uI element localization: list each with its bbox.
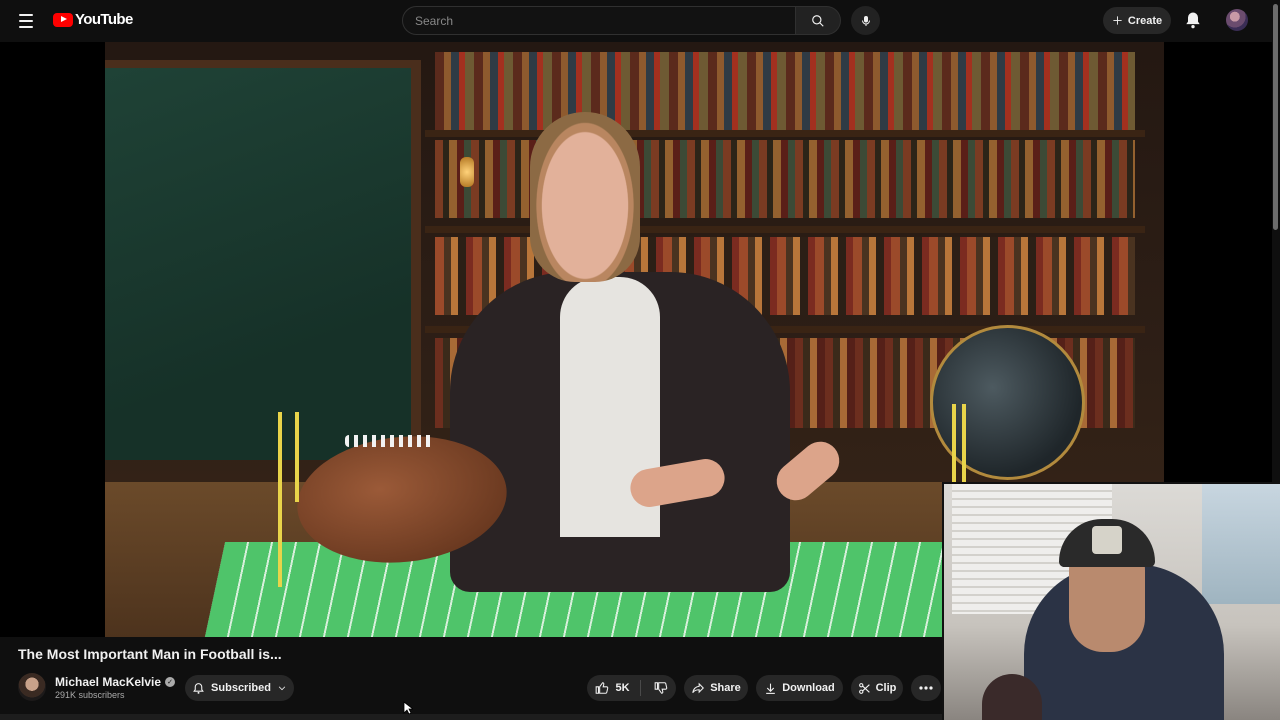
bell-subscribed-icon bbox=[193, 682, 204, 694]
download-label: Download bbox=[782, 682, 835, 694]
search-button[interactable] bbox=[796, 6, 841, 35]
webcam-overlay bbox=[942, 482, 1280, 720]
like-count: 5K bbox=[615, 682, 630, 694]
account-avatar[interactable] bbox=[1226, 9, 1248, 31]
dislike-button[interactable] bbox=[646, 681, 668, 695]
description-box-edge bbox=[0, 714, 942, 720]
verified-icon: ✓ bbox=[165, 677, 176, 687]
subscriber-count: 291K subscribers bbox=[55, 690, 125, 700]
download-icon bbox=[766, 683, 776, 694]
create-label: Create bbox=[1127, 14, 1163, 27]
scene-shelf bbox=[435, 52, 1135, 130]
create-button[interactable]: Create bbox=[1103, 7, 1171, 34]
search-bar bbox=[402, 6, 880, 35]
scene-goalpost bbox=[295, 412, 299, 502]
youtube-logo-icon bbox=[53, 12, 73, 27]
scissors-icon bbox=[858, 682, 870, 694]
plus-icon bbox=[1113, 16, 1122, 25]
masthead: YouTube Create bbox=[0, 0, 1280, 42]
scene-goalpost bbox=[278, 412, 282, 587]
download-button[interactable]: Download bbox=[756, 675, 843, 701]
like-button[interactable]: 5K bbox=[595, 680, 641, 696]
channel-name-link[interactable]: Michael MacKelvie ✓ bbox=[55, 675, 176, 689]
search-input[interactable] bbox=[402, 6, 796, 35]
logo-text: YouTube bbox=[75, 11, 133, 28]
share-icon bbox=[692, 682, 705, 694]
scroll-thumb[interactable] bbox=[1273, 4, 1278, 230]
more-actions-button[interactable] bbox=[911, 675, 941, 701]
bell-icon[interactable] bbox=[1183, 10, 1203, 30]
like-dislike-group: 5K bbox=[587, 675, 676, 701]
presenter-head bbox=[530, 112, 640, 282]
cursor-icon bbox=[403, 701, 413, 715]
scene-chalkboard bbox=[105, 60, 421, 460]
mic-icon bbox=[861, 15, 870, 26]
search-icon bbox=[812, 14, 824, 27]
scene-lamp bbox=[460, 157, 474, 187]
youtube-logo[interactable]: YouTube bbox=[53, 11, 133, 28]
more-icon bbox=[919, 686, 933, 690]
scene-football-laces bbox=[345, 435, 435, 447]
voice-search-button[interactable] bbox=[851, 6, 880, 35]
clip-label: Clip bbox=[875, 682, 897, 694]
webcam-cap-logo bbox=[1092, 526, 1122, 554]
subscribed-label: Subscribed bbox=[211, 682, 271, 694]
video-title: The Most Important Man in Football is... bbox=[18, 646, 282, 662]
clip-button[interactable]: Clip bbox=[851, 675, 903, 701]
scene-shelf-board bbox=[425, 130, 1145, 137]
subscribed-button[interactable]: Subscribed bbox=[185, 675, 294, 701]
share-label: Share bbox=[710, 682, 741, 694]
menu-icon[interactable] bbox=[14, 9, 38, 33]
channel-avatar[interactable] bbox=[18, 673, 46, 701]
chevron-down-icon bbox=[278, 686, 286, 691]
share-button[interactable]: Share bbox=[684, 675, 748, 701]
thumbs-down-icon bbox=[654, 682, 667, 694]
channel-name: Michael MacKelvie bbox=[55, 675, 162, 689]
webcam-window bbox=[1202, 484, 1280, 604]
thumbs-up-icon bbox=[596, 682, 609, 694]
